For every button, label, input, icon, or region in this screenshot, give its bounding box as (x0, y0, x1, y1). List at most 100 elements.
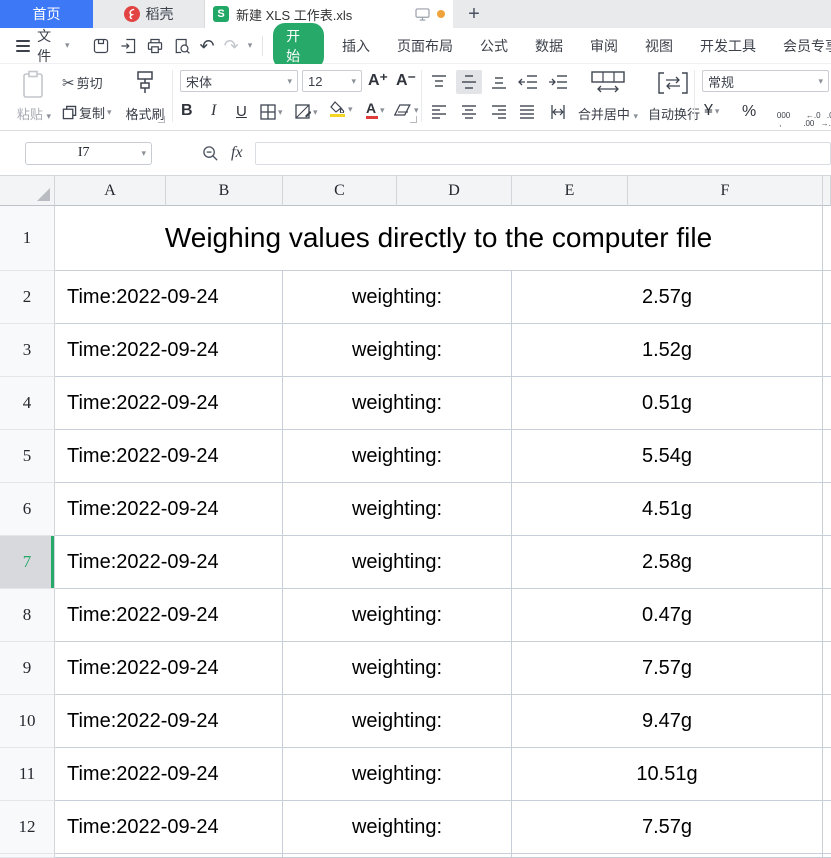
underline-button[interactable]: U (236, 103, 247, 120)
column-header-A[interactable]: A (55, 176, 166, 206)
export-icon[interactable] (119, 37, 137, 55)
cell-weight-value[interactable]: 0.47g (512, 589, 823, 642)
row-header-partial[interactable] (0, 854, 55, 858)
decrease-decimal-button[interactable]: .00 →.0 (818, 104, 831, 136)
zoom-out-icon[interactable] (202, 145, 219, 162)
column-header-B[interactable]: B (166, 176, 283, 206)
tab-docer[interactable]: 稻壳 (93, 0, 205, 28)
row-header-1[interactable]: 1 (0, 206, 55, 271)
print-icon[interactable] (146, 37, 164, 55)
paste-icon[interactable] (20, 70, 46, 100)
align-right-icon[interactable] (490, 104, 508, 120)
partial-cell[interactable] (823, 377, 831, 430)
cell-weight-value[interactable]: 7.57g (512, 642, 823, 695)
column-header-D[interactable]: D (397, 176, 512, 206)
row-header-5[interactable]: 5 (0, 430, 55, 483)
column-header-E[interactable]: E (512, 176, 628, 206)
cell-weight-value[interactable]: 7.57g (512, 801, 823, 854)
save-icon[interactable] (92, 37, 110, 55)
align-middle-button[interactable] (456, 70, 482, 94)
increase-indent-icon[interactable] (548, 74, 568, 90)
cell-time[interactable]: Time:2022-09-24 (55, 801, 283, 854)
ribbon-tab-home[interactable]: 开始 (273, 23, 324, 69)
row-header-2[interactable]: 2 (0, 271, 55, 324)
partial-cell[interactable] (823, 589, 831, 642)
cell-partial[interactable] (283, 854, 512, 858)
partial-cell[interactable] (823, 642, 831, 695)
partial-cell[interactable] (823, 483, 831, 536)
ribbon-tab-7[interactable]: 开发工具 (700, 36, 756, 56)
cell-weighting-label[interactable]: weighting: (283, 642, 512, 695)
cell-style-button[interactable]: ▾ (295, 104, 318, 120)
cell-time[interactable]: Time:2022-09-24 (55, 642, 283, 695)
qat-more-chevron-icon[interactable]: ▾ (248, 40, 253, 51)
cell-weight-value[interactable]: 5.54g (512, 430, 823, 483)
ribbon-tab-6[interactable]: 视图 (645, 36, 673, 56)
column-header-F[interactable]: F (628, 176, 823, 206)
row-header-7[interactable]: 7 (0, 536, 55, 589)
cell-weighting-label[interactable]: weighting: (283, 430, 512, 483)
redo-icon[interactable]: ↷ (224, 37, 239, 55)
cell-time[interactable]: Time:2022-09-24 (55, 748, 283, 801)
ribbon-tab-1[interactable]: 插入 (342, 36, 370, 56)
cell-weighting-label[interactable]: weighting: (283, 271, 512, 324)
ribbon-tab-3[interactable]: 公式 (480, 36, 508, 56)
cell-weighting-label[interactable]: weighting: (283, 536, 512, 589)
row-header-10[interactable]: 10 (0, 695, 55, 748)
column-header-C[interactable]: C (283, 176, 397, 206)
cell-weighting-label[interactable]: weighting: (283, 589, 512, 642)
tab-document[interactable]: S 新建 XLS 工作表.xls (205, 0, 453, 28)
partial-cell[interactable] (823, 271, 831, 324)
cell-title[interactable]: Weighing values directly to the computer… (55, 206, 823, 271)
row-header-9[interactable]: 9 (0, 642, 55, 695)
align-top-icon[interactable] (430, 74, 448, 90)
cell-time[interactable]: Time:2022-09-24 (55, 536, 283, 589)
font-color-button[interactable]: A ▾ (366, 101, 385, 119)
ribbon-tab-4[interactable]: 数据 (535, 36, 563, 56)
italic-button[interactable]: I (211, 102, 216, 120)
partial-cell[interactable] (823, 324, 831, 377)
column-header-partial[interactable] (823, 176, 831, 206)
partial-cell[interactable] (823, 801, 831, 854)
align-bottom-icon[interactable] (490, 74, 508, 90)
formula-input[interactable] (255, 142, 831, 165)
partial-cell[interactable] (823, 536, 831, 589)
borders-button[interactable]: ▾ (260, 104, 283, 120)
ribbon-tab-5[interactable]: 审阅 (590, 36, 618, 56)
paste-button[interactable]: 粘贴 ▾ (8, 104, 60, 123)
merge-center-icon[interactable] (590, 71, 626, 95)
merge-center-button[interactable]: 合并居中 ▾ (566, 104, 650, 123)
copy-button[interactable]: 复制 ▾ (62, 103, 112, 122)
cell-weight-value[interactable]: 0.51g (512, 377, 823, 430)
row-header-3[interactable]: 3 (0, 324, 55, 377)
cell-weight-value[interactable]: 2.58g (512, 536, 823, 589)
partial-cell[interactable] (823, 695, 831, 748)
undo-icon[interactable]: ↶ (200, 37, 215, 55)
align-left-icon[interactable] (430, 104, 448, 120)
new-tab-button[interactable]: + (453, 0, 495, 28)
cell-partial[interactable] (512, 854, 823, 858)
cell-weighting-label[interactable]: weighting: (283, 801, 512, 854)
present-to-screen-icon[interactable] (415, 8, 430, 21)
justify-icon[interactable] (518, 104, 536, 120)
fill-color-button[interactable]: ▾ (330, 101, 353, 117)
cell-time[interactable]: Time:2022-09-24 (55, 377, 283, 430)
cell-weight-value[interactable]: 1.52g (512, 324, 823, 377)
file-menu[interactable]: 文件 ▾ (37, 26, 69, 66)
wrap-text-icon[interactable] (658, 71, 688, 95)
eraser-button[interactable]: ▾ (394, 103, 419, 117)
number-format-select[interactable]: 常规 ▾ (702, 70, 829, 92)
name-box[interactable]: I7 ▾ (25, 142, 152, 165)
cell-weighting-label[interactable]: weighting: (283, 483, 512, 536)
ribbon-tab-2[interactable]: 页面布局 (397, 36, 453, 56)
cut-button[interactable]: ✂ 剪切 (62, 73, 103, 92)
tab-home[interactable]: 首页 (0, 0, 93, 28)
cell-weight-value[interactable]: 2.57g (512, 271, 823, 324)
hamburger-menu-icon[interactable] (16, 40, 30, 52)
cell-weighting-label[interactable]: weighting: (283, 377, 512, 430)
decrease-font-size-button[interactable]: A⁻ (396, 74, 416, 87)
cell-weight-value[interactable]: 4.51g (512, 483, 823, 536)
bold-button[interactable]: B (181, 102, 193, 120)
align-center-icon[interactable] (460, 104, 478, 120)
clipboard-dialog-launcher[interactable] (158, 116, 165, 123)
